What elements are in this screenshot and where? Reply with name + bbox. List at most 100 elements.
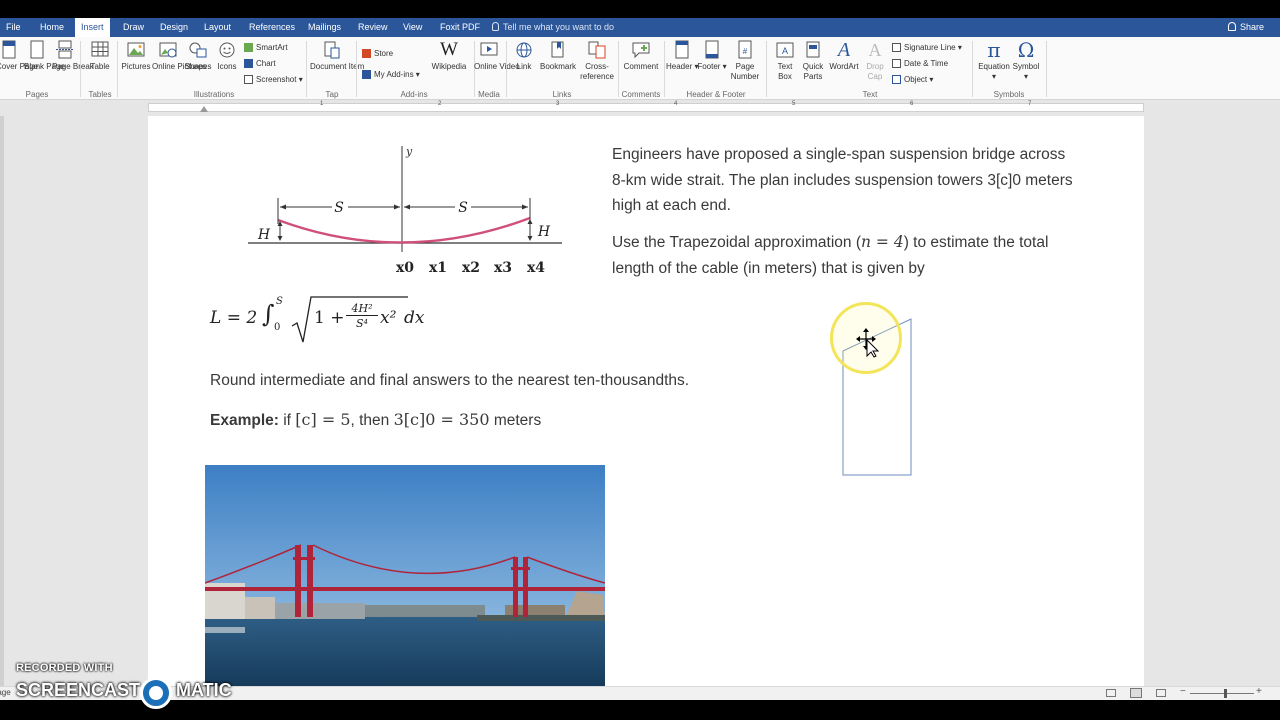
header-label: Header ▾ (666, 62, 699, 71)
watermark-brand-a: SCREENCAST (16, 680, 141, 700)
tell-me-box[interactable]: Tell me what you want to do (492, 18, 614, 37)
example-then: , then (350, 412, 394, 429)
footer-label: Footer ▾ (697, 62, 727, 71)
integral-upper-limit: S (276, 296, 283, 307)
tab-mailings[interactable]: Mailings (302, 18, 347, 37)
header-button[interactable]: Header ▾ (666, 40, 699, 72)
quick-parts-button[interactable]: Quick Parts (798, 40, 828, 82)
online-pictures-button[interactable]: Online Pictures (152, 40, 206, 72)
group-separator (664, 41, 665, 97)
text-box-button[interactable]: A Text Box (770, 40, 800, 82)
trap-text-before: Use the Trapezoidal approximation ( (612, 234, 861, 251)
zoom-in-icon[interactable]: + (1256, 686, 1262, 697)
table-button[interactable]: Table (86, 40, 114, 72)
object-button[interactable]: Object ▾ (892, 74, 933, 85)
bookmark-button[interactable]: Bookmark (538, 40, 578, 72)
pictures-icon (127, 42, 145, 57)
cross-reference-button[interactable]: Cross-reference (578, 40, 616, 82)
move-cursor-icon (856, 328, 880, 358)
object-label: Object (904, 75, 928, 84)
tab-view[interactable]: View (397, 18, 428, 37)
svg-text:A: A (782, 46, 788, 56)
tell-me-text: Tell me what you want to do (503, 22, 615, 32)
vertical-ruler (0, 116, 4, 686)
tab-draw[interactable]: Draw (117, 18, 150, 37)
icons-label: Icons (217, 62, 237, 71)
example-if: if (278, 412, 296, 429)
symbol-button[interactable]: Ω Symbol ▾ (1010, 40, 1042, 82)
icons-icon (219, 42, 235, 58)
group-separator (506, 41, 507, 97)
object-icon (892, 75, 901, 85)
wordart-button[interactable]: A WordArt (828, 40, 860, 72)
page-number-button[interactable]: # Page Number (726, 40, 764, 82)
page-break-icon (56, 40, 74, 59)
tab-design[interactable]: Design (154, 18, 194, 37)
read-mode-icon[interactable] (1106, 689, 1116, 697)
shapes-icon (189, 42, 207, 58)
zoom-out-icon[interactable]: − (1180, 686, 1186, 697)
screenshot-button[interactable]: Screenshot ▾ (244, 74, 303, 85)
online-video-button[interactable]: Online Video (474, 40, 520, 72)
arrowhead-icon (394, 204, 400, 210)
icons-button[interactable]: Icons (214, 40, 240, 72)
pictures-button[interactable]: Pictures (120, 40, 152, 72)
tab-home[interactable]: Home (34, 18, 70, 37)
store-label: Store (374, 49, 394, 58)
ruler-number: 1 (320, 101, 324, 107)
page-indicator[interactable]: Page (0, 688, 11, 697)
bridge-photo[interactable] (205, 465, 605, 687)
equation-button[interactable]: π Equation ▾ (976, 40, 1012, 82)
document-item-label: Document Item (310, 62, 365, 71)
wordart-icon: A (837, 39, 851, 61)
share-button[interactable]: Share (1228, 18, 1264, 37)
smartart-button[interactable]: SmartArt (244, 42, 288, 53)
shapes-button[interactable]: Shapes (184, 40, 212, 72)
tab-file[interactable]: File (0, 18, 27, 37)
date-time-button[interactable]: Date & Time (892, 58, 948, 69)
pi-icon: π (987, 38, 1001, 62)
link-icon (516, 42, 532, 58)
zoom-slider-thumb[interactable] (1224, 689, 1227, 698)
store-button[interactable]: Store (362, 48, 393, 59)
lightbulb-icon (492, 22, 499, 31)
horizontal-ruler[interactable]: 1 2 3 4 5 6 7 (0, 100, 1280, 116)
cover-page-label: Cover Page (0, 62, 39, 71)
footer-button[interactable]: Footer ▾ (696, 40, 728, 72)
ribbon-tab-bar: File Home Insert Draw Design Layout Refe… (0, 18, 1280, 37)
page-break-label: Page Break (52, 62, 94, 71)
cover-page-button[interactable]: Cover Page (0, 40, 39, 72)
indent-marker[interactable] (200, 106, 208, 112)
arrowhead-icon (527, 236, 533, 241)
my-addins-button[interactable]: My Add-ins ▾ (362, 69, 420, 80)
signature-line-button[interactable]: Signature Line ▾ (892, 42, 962, 53)
link-button[interactable]: Link (510, 40, 538, 72)
zoom-slider[interactable] (1190, 693, 1254, 694)
document-item-button[interactable]: Document Item (310, 40, 365, 72)
tab-insert[interactable]: Insert (75, 18, 110, 37)
group-symbols-label: Symbols (993, 90, 1025, 99)
comment-button[interactable]: Comment (620, 40, 662, 72)
tab-layout[interactable]: Layout (198, 18, 237, 37)
tab-review[interactable]: Review (352, 18, 394, 37)
wikipedia-button[interactable]: W Wikipedia (428, 40, 470, 72)
blank-page-button[interactable]: Blank Page (24, 40, 65, 72)
group-media-label: Media (478, 90, 500, 99)
drop-cap-button[interactable]: A Drop Cap (860, 40, 890, 82)
chevron-down-icon: ▾ (955, 43, 962, 52)
x-label: x2 (462, 260, 480, 276)
x-label: x4 (527, 260, 545, 276)
integral-sign: ∫ (262, 300, 275, 328)
my-addins-icon (362, 70, 371, 80)
chart-button[interactable]: Chart (244, 58, 276, 69)
web-layout-icon[interactable] (1156, 689, 1166, 697)
fraction-denominator: S⁴ (356, 317, 368, 330)
group-text-label: Text (862, 90, 878, 99)
page-break-button[interactable]: Page Break (52, 40, 94, 72)
print-layout-icon[interactable] (1130, 688, 1142, 698)
wikipedia-label: Wikipedia (431, 62, 467, 71)
tab-references[interactable]: References (243, 18, 301, 37)
screencast-logo-icon (140, 677, 172, 709)
ruler-number: 7 (1028, 101, 1032, 107)
tab-foxit-pdf[interactable]: Foxit PDF (434, 18, 486, 37)
